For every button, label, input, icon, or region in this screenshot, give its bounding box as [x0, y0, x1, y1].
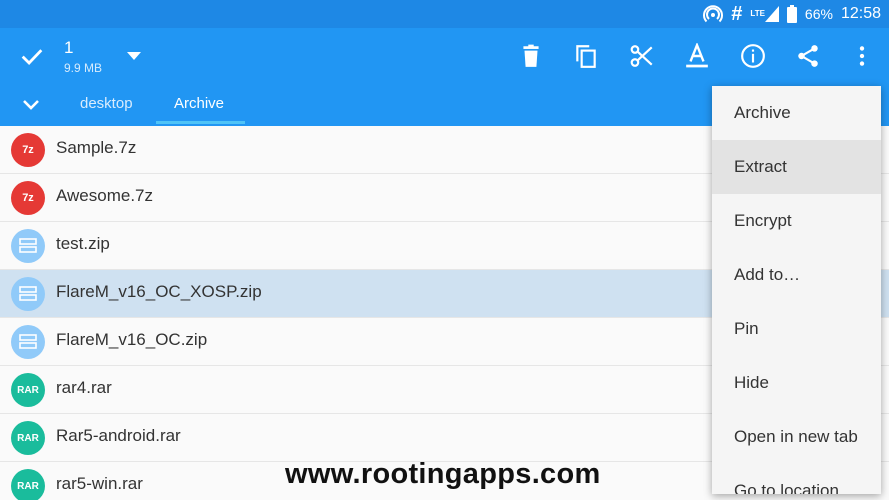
selection-count: 1 [64, 38, 74, 57]
file-name: Awesome.7z [56, 186, 154, 205]
menu-item-hide[interactable]: Hide [712, 356, 881, 410]
file-type-badge: 7z [11, 181, 45, 215]
file-type-badge: 7z [11, 133, 45, 167]
dropdown-icon[interactable] [124, 46, 144, 66]
file-name: Sample.7z [56, 138, 137, 157]
status-bar: # LTE 66% 12:58 [0, 0, 889, 28]
file-name: FlareM_v16_OC_XOSP.zip [56, 282, 262, 301]
context-menu: Archive Extract Encrypt Add to… Pin Hide… [712, 86, 881, 494]
file-type-badge: RAR [11, 421, 45, 455]
selection-size: 9.9 MB [64, 61, 103, 75]
tab-desktop[interactable]: desktop [80, 92, 133, 126]
zip-file-icon [11, 277, 45, 311]
menu-item-open-in-new-tab[interactable]: Open in new tab [712, 410, 881, 464]
file-name: test.zip [56, 234, 110, 253]
file-name: rar4.rar [56, 378, 112, 397]
rename-icon [686, 43, 708, 68]
menu-item-encrypt[interactable]: Encrypt [712, 194, 881, 248]
cut-icon [630, 45, 653, 67]
file-type-badge: RAR [11, 373, 45, 407]
more-button[interactable] [846, 40, 878, 72]
network-type: LTE [750, 9, 765, 18]
file-name: FlareM_v16_OC.zip [56, 330, 208, 349]
copy-button[interactable] [570, 40, 602, 72]
menu-item-go-to-location[interactable]: Go to location [712, 464, 881, 494]
menu-item-pin[interactable]: Pin [712, 302, 881, 356]
info-button[interactable] [737, 40, 769, 72]
more-icon [859, 46, 865, 66]
clock: 12:58 [840, 5, 881, 22]
menu-item-archive[interactable]: Archive [712, 86, 881, 140]
delete-icon [523, 44, 539, 67]
file-name: Rar5-android.rar [56, 426, 181, 445]
tab-indicator [156, 121, 245, 124]
copy-icon [576, 45, 596, 68]
cut-button[interactable] [626, 40, 658, 72]
chevron-down-icon[interactable] [20, 95, 42, 115]
menu-item-add-to[interactable]: Add to… [712, 248, 881, 302]
info-icon [741, 44, 765, 68]
delete-button[interactable] [515, 40, 547, 72]
file-type-badge: RAR [11, 469, 45, 500]
battery-icon [786, 5, 797, 23]
share-button[interactable] [792, 40, 824, 72]
share-icon [798, 45, 818, 67]
menu-item-extract[interactable]: Extract [712, 140, 881, 194]
rename-button[interactable] [681, 40, 713, 72]
check-icon[interactable] [18, 42, 46, 70]
hotspot-icon [703, 5, 724, 23]
battery-level: 66% [804, 6, 833, 22]
watermark: www.rootingapps.com [285, 458, 601, 490]
hash-icon: # [731, 2, 743, 25]
zip-file-icon [11, 229, 45, 263]
file-name: rar5-win.rar [56, 474, 143, 493]
zip-file-icon [11, 325, 45, 359]
signal-icon: LTE [750, 6, 779, 22]
